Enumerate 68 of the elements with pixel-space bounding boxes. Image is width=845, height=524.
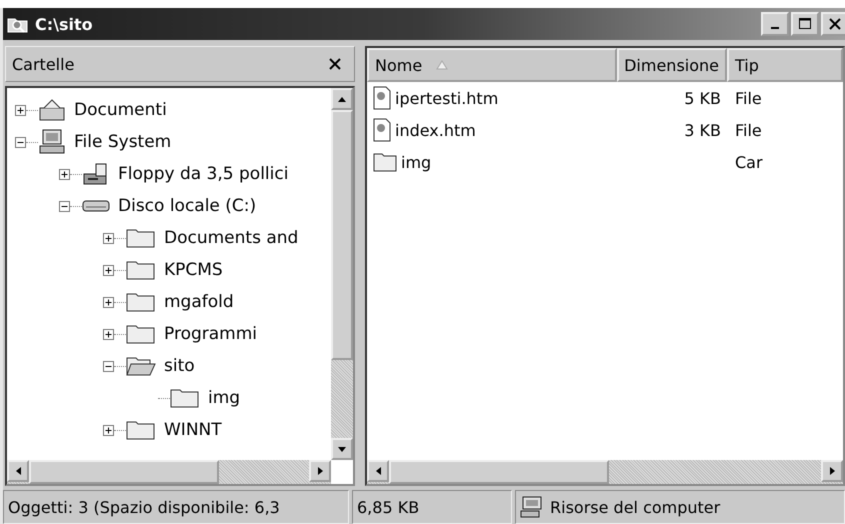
file-name[interactable]: ipertesti.htm	[395, 88, 498, 108]
expander-toggle[interactable]	[103, 232, 114, 244]
right-arrow-icon	[830, 467, 834, 475]
file-name[interactable]: img	[401, 152, 432, 172]
horizontal-scrollbar[interactable]	[7, 460, 331, 484]
folder-icon	[126, 227, 156, 249]
tree-item[interactable]: Documenti	[74, 100, 167, 120]
sort-arrow-icon	[436, 60, 448, 70]
tree-item[interactable]: Floppy da 3,5 pollici	[118, 164, 288, 184]
folder-icon	[373, 152, 397, 172]
column-header[interactable]: Tip	[727, 48, 843, 82]
left-arrow-icon	[16, 467, 20, 475]
file-size: 3 KB	[684, 120, 721, 140]
tree-item[interactable]: File System	[74, 132, 172, 152]
pane-title: Cartelle	[12, 54, 74, 74]
tree-item[interactable]: KPCMS	[164, 260, 223, 280]
expander-toggle[interactable]	[103, 328, 114, 340]
expander-toggle[interactable]	[15, 104, 26, 116]
maximize-button[interactable]	[791, 12, 819, 36]
minimize-button[interactable]	[761, 12, 789, 36]
tree-item[interactable]: Documents and	[164, 228, 298, 248]
status-text: Risorse del computer	[550, 498, 720, 516]
up-arrow-icon	[338, 96, 346, 102]
computer-icon	[520, 496, 544, 518]
horizontal-scrollbar[interactable]	[367, 460, 843, 484]
file-type: File	[735, 88, 762, 108]
tree-item[interactable]: WINNT	[164, 420, 222, 440]
minimize-icon	[771, 27, 779, 29]
close-button[interactable]	[821, 12, 845, 36]
expander-toggle[interactable]	[59, 200, 70, 212]
close-icon	[828, 17, 842, 31]
file-type: Car	[735, 152, 763, 172]
folder-icon	[126, 259, 156, 281]
maximize-icon	[798, 17, 812, 31]
expander-toggle[interactable]	[103, 264, 114, 276]
expander-toggle[interactable]	[59, 168, 70, 180]
expander-toggle[interactable]	[15, 136, 26, 148]
document-icon	[373, 86, 391, 110]
column-header[interactable]: Dimensione	[617, 48, 727, 82]
folder-icon	[126, 291, 156, 313]
tree-item[interactable]: Disco locale (C:)	[118, 196, 256, 216]
tree-item[interactable]: mgafold	[164, 292, 234, 312]
window-title: C:\sito	[35, 14, 94, 34]
status-text: 6,85 KB	[357, 498, 420, 516]
folder-icon	[170, 387, 200, 409]
expander-toggle[interactable]	[103, 360, 114, 372]
file-type: File	[735, 120, 762, 140]
column-header[interactable]: Nome	[367, 48, 617, 82]
computer-icon	[38, 129, 66, 155]
tree-item[interactable]: Programmi	[164, 324, 258, 344]
folder-icon	[126, 419, 156, 441]
expander-toggle[interactable]	[103, 424, 114, 436]
vertical-scrollbar[interactable]	[331, 88, 353, 460]
expander-toggle[interactable]	[103, 296, 114, 308]
file-size: 5 KB	[684, 88, 721, 108]
document-icon	[373, 118, 391, 142]
close-icon[interactable]	[328, 57, 342, 71]
tree-item[interactable]: sito	[164, 356, 195, 376]
folder-icon	[126, 323, 156, 345]
file-name[interactable]: index.htm	[395, 120, 476, 140]
status-text: Oggetti: 3 (Spazio disponibile: 6,3	[8, 498, 280, 516]
open-folder-icon	[126, 355, 156, 377]
hard-drive-icon	[82, 198, 110, 214]
right-arrow-icon	[318, 467, 322, 475]
left-arrow-icon	[376, 467, 380, 475]
folder-house-icon	[38, 98, 66, 122]
down-arrow-icon	[338, 446, 346, 452]
tree-item[interactable]: img	[208, 388, 240, 408]
